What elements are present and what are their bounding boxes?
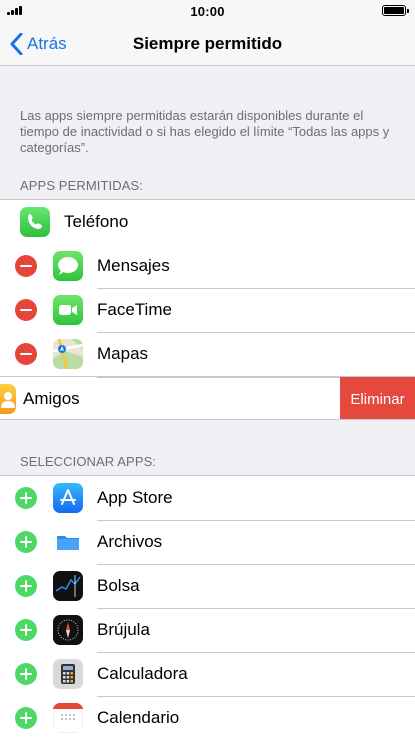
app-store-icon <box>53 483 83 513</box>
chevron-left-icon <box>10 33 23 55</box>
facetime-icon <box>53 295 83 325</box>
list-item-friends-swiped[interactable]: Amigos Eliminar <box>0 376 415 419</box>
list-item-facetime: FaceTime <box>0 288 415 332</box>
section-header-allowed: APPS PERMITIDAS: <box>20 178 143 193</box>
add-button[interactable] <box>15 531 37 553</box>
list-item-app-store: App Store <box>0 476 415 520</box>
list-item-calculator: Calculadora <box>0 652 415 696</box>
add-button[interactable] <box>15 575 37 597</box>
list-item-messages: Mensajes <box>0 244 415 288</box>
list-item-compass: Brújula <box>0 608 415 652</box>
description-text: Las apps siempre permitidas estarán disp… <box>20 108 390 155</box>
list-item-phone: Teléfono <box>0 200 415 244</box>
list-item-maps: Mapas <box>0 332 415 376</box>
maps-icon <box>53 339 83 369</box>
app-label: Calendario <box>97 708 180 727</box>
navigation-bar: Siempre permitido Atrás <box>0 22 415 66</box>
app-label: Mapas <box>97 344 149 363</box>
list-item-calendar: Calendario <box>0 696 415 738</box>
app-label: FaceTime <box>97 300 172 319</box>
app-label: App Store <box>97 488 173 507</box>
app-label: Archivos <box>97 532 163 551</box>
delete-button[interactable]: Eliminar <box>340 377 415 419</box>
app-label: Amigos <box>23 389 80 408</box>
add-button[interactable] <box>15 663 37 685</box>
app-label: Bolsa <box>97 576 140 595</box>
app-label: Mensajes <box>97 256 170 275</box>
add-button[interactable] <box>15 707 37 729</box>
add-button[interactable] <box>15 487 37 509</box>
list-item-files: Archivos <box>0 520 415 564</box>
stocks-icon <box>53 571 83 601</box>
calendar-icon <box>53 703 83 733</box>
signal-bars-icon <box>7 6 22 15</box>
status-time: 10:00 <box>190 3 225 19</box>
app-label: Teléfono <box>64 212 129 231</box>
friends-icon <box>0 384 16 414</box>
app-label: Brújula <box>97 620 150 639</box>
calculator-icon <box>53 659 83 689</box>
select-apps-list: App Store Archivos Bolsa Brújula Calcula… <box>0 475 415 738</box>
messages-icon <box>53 251 83 281</box>
battery-icon <box>382 5 409 16</box>
compass-icon <box>53 615 83 645</box>
remove-button[interactable] <box>15 343 37 365</box>
phone-icon <box>20 207 50 237</box>
list-item-stocks: Bolsa <box>0 564 415 608</box>
app-label: Calculadora <box>97 664 188 683</box>
section-header-select: SELECCIONAR APPS: <box>20 454 157 469</box>
remove-button[interactable] <box>15 255 37 277</box>
add-button[interactable] <box>15 619 37 641</box>
back-label: Atrás <box>27 34 67 53</box>
files-icon <box>53 527 83 557</box>
back-button[interactable]: Atrás <box>10 22 67 66</box>
status-bar: 10:00 <box>0 0 415 22</box>
allowed-apps-list: Teléfono Mensajes FaceTime Mapas Amigos … <box>0 199 415 420</box>
remove-button[interactable] <box>15 299 37 321</box>
